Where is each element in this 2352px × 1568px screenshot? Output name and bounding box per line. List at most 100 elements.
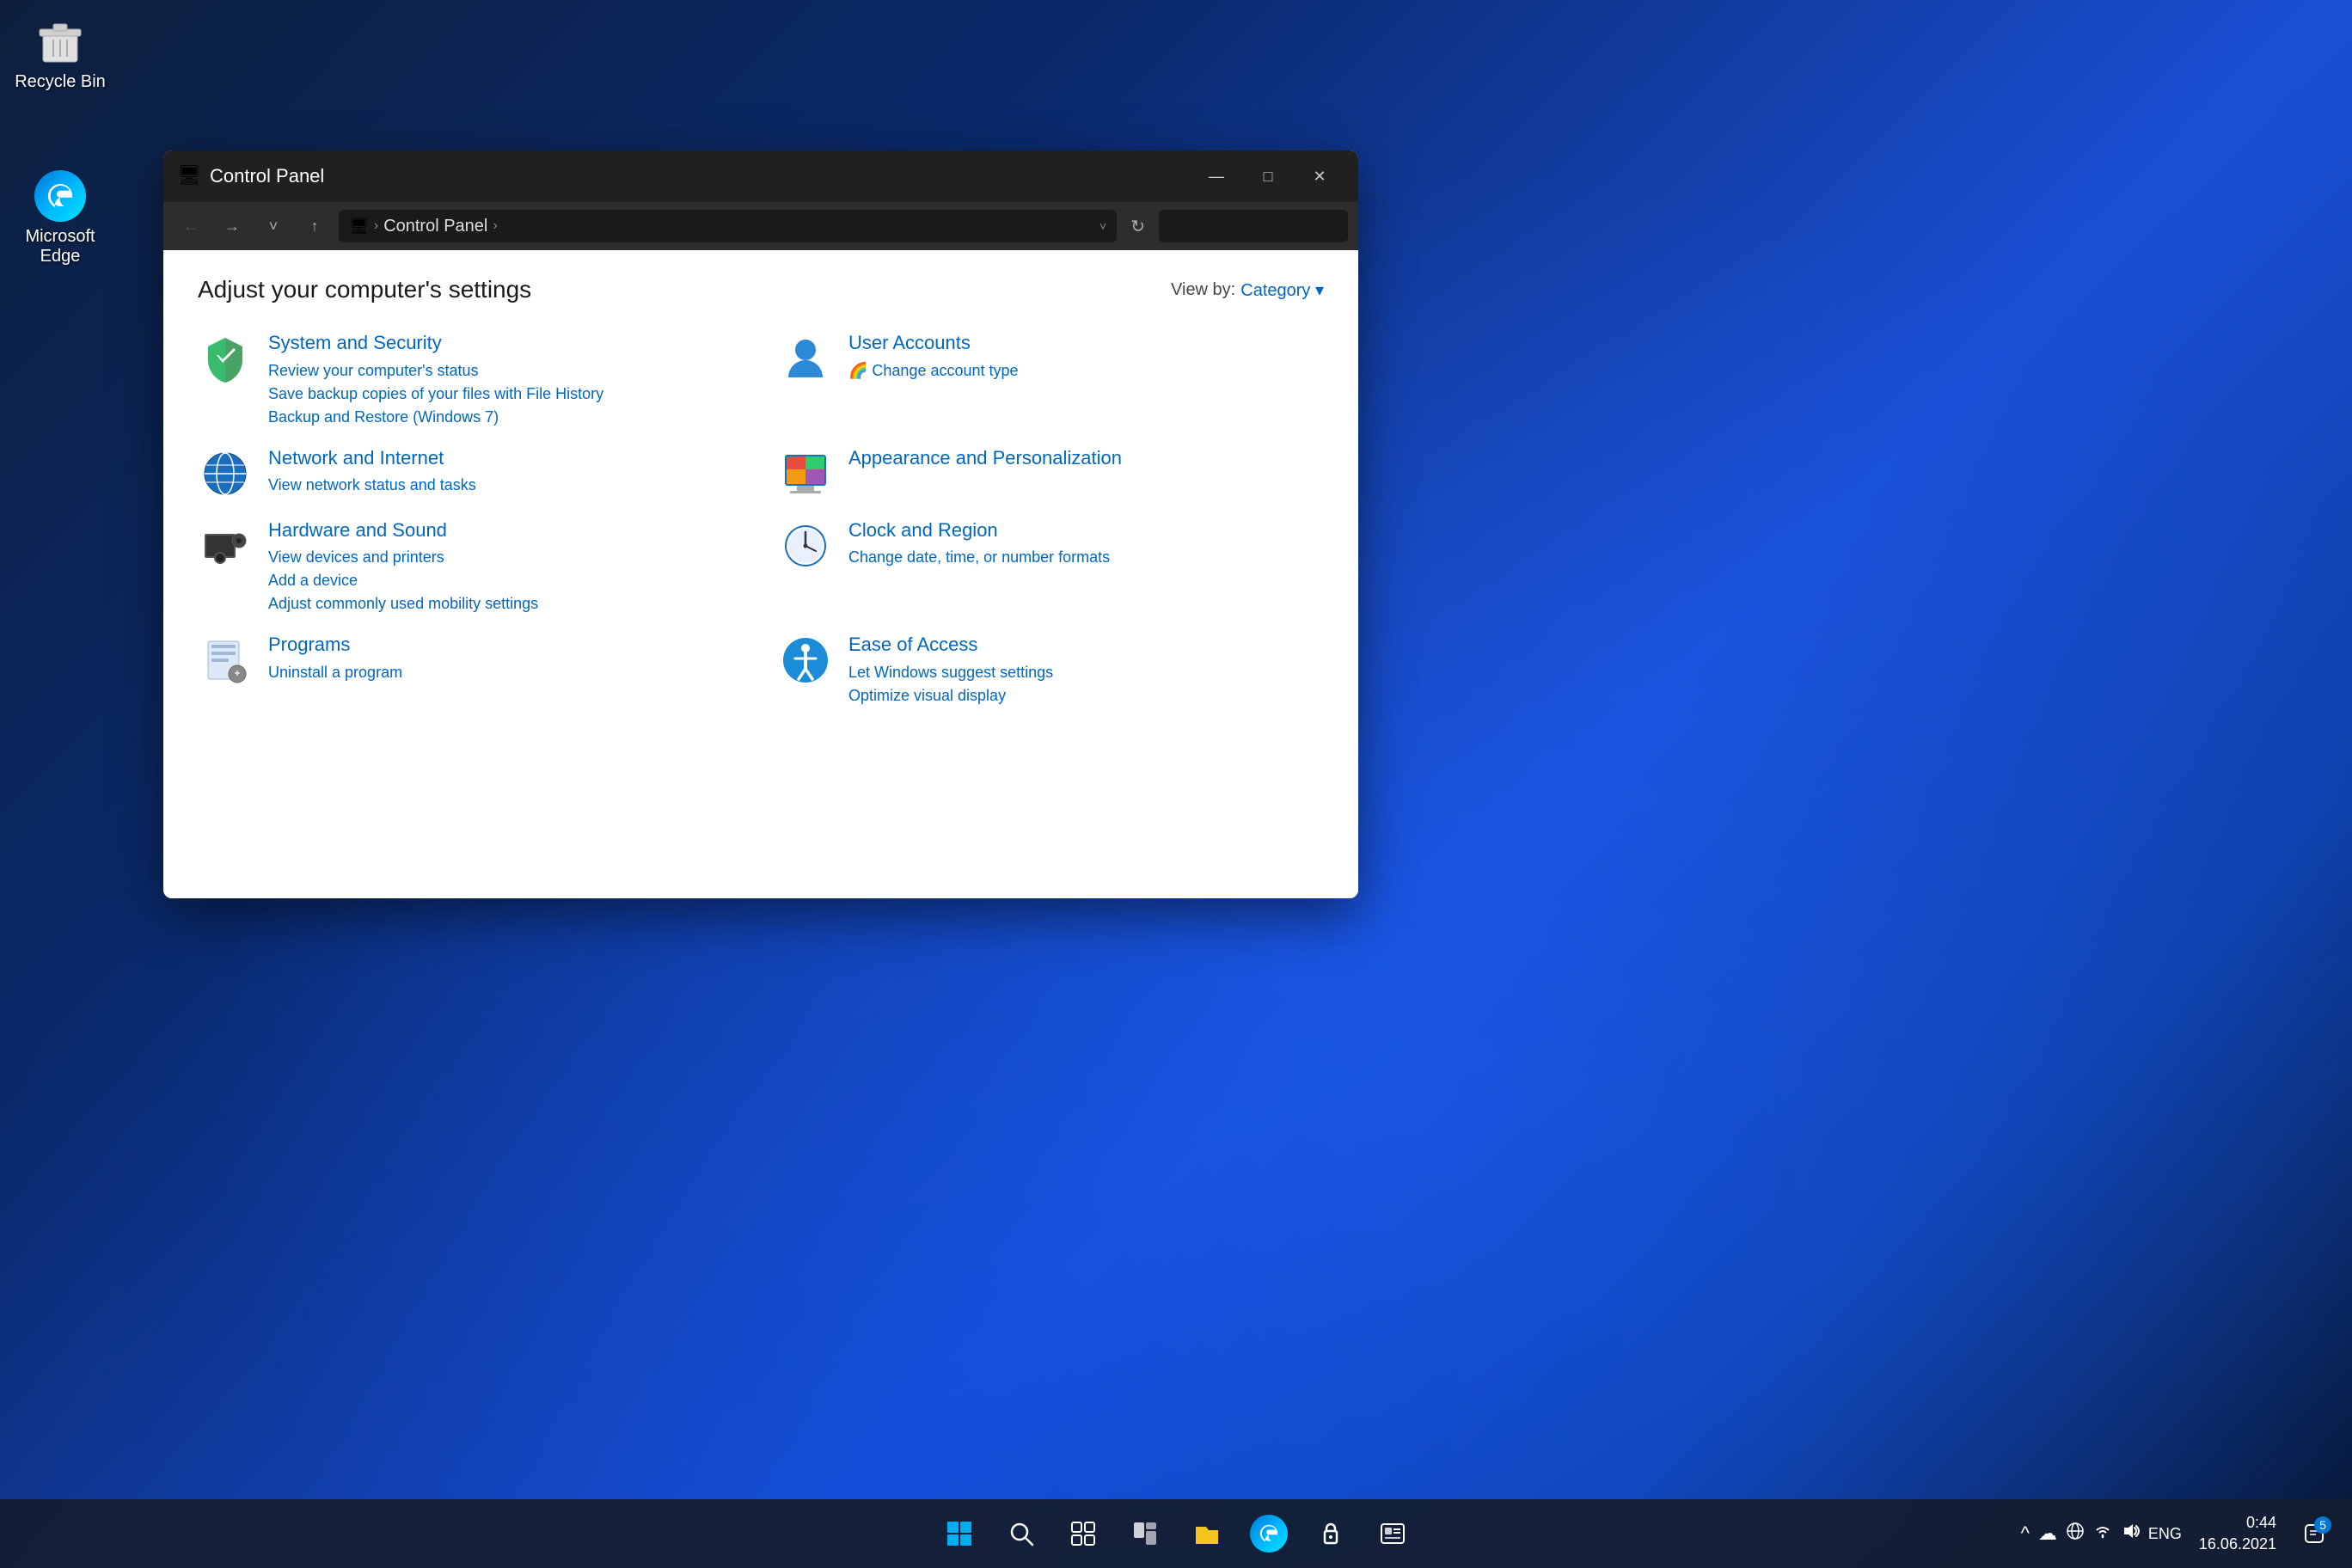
taskbar-center [932, 1510, 1420, 1557]
system-security-icon [198, 331, 253, 386]
news-button[interactable] [1365, 1510, 1420, 1557]
hardware-sound-content: Hardware and Sound View devices and prin… [268, 518, 538, 616]
search-input[interactable] [1169, 217, 1358, 236]
hardware-sound-link-1[interactable]: View devices and printers [268, 546, 538, 569]
user-accounts-link-1[interactable]: 🌈 Change account type [848, 359, 1019, 383]
address-path[interactable]: 🖥 › Control Panel › ˅ [339, 210, 1117, 242]
programs-content: Programs Uninstall a program [268, 633, 402, 684]
path-control-panel: Control Panel [383, 217, 487, 236]
appearance-content: Appearance and Personalization [848, 446, 1122, 475]
programs-link-1[interactable]: Uninstall a program [268, 661, 402, 684]
view-by-label: View by: [1171, 280, 1235, 300]
taskbar-edge-button[interactable] [1241, 1510, 1296, 1557]
user-accounts-icon [778, 331, 833, 386]
category-system-security[interactable]: System and Security Review your computer… [198, 331, 744, 429]
system-security-content: System and Security Review your computer… [268, 331, 603, 429]
category-user-accounts[interactable]: User Accounts 🌈 Change account type [778, 331, 1324, 429]
edge-icon [33, 168, 88, 224]
refresh-button[interactable]: ↻ [1124, 212, 1152, 241]
network-tray-icon[interactable] [2066, 1522, 2085, 1546]
clock-region-icon [778, 518, 833, 573]
network-internet-link-1[interactable]: View network status and tasks [268, 474, 476, 497]
notification-center[interactable]: 5 [2294, 1513, 2335, 1554]
file-explorer-button[interactable] [1179, 1510, 1234, 1557]
category-network-internet[interactable]: Network and Internet View network status… [198, 446, 744, 501]
clock-region-link-1[interactable]: Change date, time, or number formats [848, 546, 1110, 569]
category-appearance[interactable]: Appearance and Personalization [778, 446, 1324, 501]
task-view-button[interactable] [1056, 1510, 1111, 1557]
programs-title[interactable]: Programs [268, 633, 402, 658]
path-dropdown-arrow[interactable]: ˅ [1099, 219, 1106, 233]
user-accounts-content: User Accounts 🌈 Change account type [848, 331, 1019, 383]
taskbar: ^ ☁ [0, 1499, 2352, 1568]
network-internet-content: Network and Internet View network status… [268, 446, 476, 498]
notification-count: 5 [2314, 1516, 2331, 1534]
appearance-title[interactable]: Appearance and Personalization [848, 446, 1122, 471]
vpn-button[interactable] [1303, 1510, 1358, 1557]
page-title: Adjust your computer's settings [198, 276, 531, 303]
addressbar: ← → ˅ ↑ 🖥 › Control Panel › ˅ ↻ 🔍 [163, 202, 1358, 250]
category-programs[interactable]: Programs Uninstall a program [198, 633, 744, 707]
ease-of-access-title[interactable]: Ease of Access [848, 633, 1053, 658]
desktop-icon-recycle-bin[interactable]: Recycle Bin [9, 9, 112, 97]
hardware-sound-title[interactable]: Hardware and Sound [268, 518, 538, 543]
dropdown-button[interactable]: ˅ [256, 211, 291, 242]
maximize-button[interactable]: □ [1243, 159, 1293, 193]
desktop-icon-edge[interactable]: Microsoft Edge [9, 163, 112, 272]
ease-of-access-content: Ease of Access Let Windows suggest setti… [848, 633, 1053, 707]
system-tray: ^ ☁ [2021, 1522, 2182, 1546]
close-button[interactable]: ✕ [1295, 159, 1344, 193]
widgets-button[interactable] [1118, 1510, 1173, 1557]
clock-time: 0:44 [2246, 1512, 2276, 1534]
path-folder-icon: 🖥 [349, 217, 369, 236]
categories-grid: System and Security Review your computer… [198, 331, 1324, 707]
system-security-title[interactable]: System and Security [268, 331, 603, 356]
system-security-link-2[interactable]: Save backup copies of your files with Fi… [268, 383, 603, 406]
clock-display[interactable]: 0:44 16.06.2021 [2192, 1509, 2283, 1559]
system-security-link-3[interactable]: Backup and Restore (Windows 7) [268, 406, 603, 429]
window-title: Control Panel [210, 165, 1191, 187]
system-security-link-1[interactable]: Review your computer's status [268, 359, 603, 383]
chevron-icon[interactable]: ^ [2021, 1522, 2030, 1545]
start-button[interactable] [932, 1510, 987, 1557]
up-button[interactable]: ↑ [297, 211, 332, 242]
recycle-bin-icon [33, 14, 88, 69]
clock-date: 16.06.2021 [2199, 1534, 2276, 1555]
volume-icon[interactable] [2121, 1522, 2140, 1546]
content-header: Adjust your computer's settings View by:… [198, 276, 1324, 303]
hardware-sound-icon [198, 518, 253, 573]
content-area: Adjust your computer's settings View by:… [163, 250, 1358, 898]
back-button[interactable]: ← [174, 211, 208, 242]
forward-button[interactable]: → [215, 211, 249, 242]
language-label[interactable]: ENG [2148, 1525, 2182, 1543]
edge-desktop-label: Microsoft Edge [14, 227, 107, 266]
clock-region-content: Clock and Region Change date, time, or n… [848, 518, 1110, 570]
appearance-icon [778, 446, 833, 501]
hardware-sound-link-3[interactable]: Adjust commonly used mobility settings [268, 592, 538, 616]
path-separator-2: › [493, 218, 497, 234]
category-hardware-sound[interactable]: Hardware and Sound View devices and prin… [198, 518, 744, 616]
titlebar-icon: 🖥 [177, 164, 201, 188]
hardware-sound-link-2[interactable]: Add a device [268, 569, 538, 592]
programs-icon [198, 633, 253, 688]
desktop: Recycle Bin Microsoft Edge 🖥 Control Pan… [0, 0, 2352, 1568]
taskbar-right: ^ ☁ [2021, 1509, 2335, 1559]
taskbar-search-button[interactable] [994, 1510, 1049, 1557]
category-ease-of-access[interactable]: Ease of Access Let Windows suggest setti… [778, 633, 1324, 707]
search-box: 🔍 [1159, 210, 1348, 242]
network-internet-title[interactable]: Network and Internet [268, 446, 476, 471]
view-by-dropdown[interactable]: Category ▾ [1240, 279, 1324, 301]
minimize-button[interactable]: — [1191, 159, 1241, 193]
view-by: View by: Category ▾ [1171, 279, 1324, 301]
clock-region-title[interactable]: Clock and Region [848, 518, 1110, 543]
user-accounts-title[interactable]: User Accounts [848, 331, 1019, 356]
window-controls: — □ ✕ [1191, 159, 1344, 193]
category-clock-region[interactable]: Clock and Region Change date, time, or n… [778, 518, 1324, 616]
network-internet-icon [198, 446, 253, 501]
wifi-icon[interactable] [2093, 1522, 2112, 1546]
cloud-icon[interactable]: ☁ [2038, 1522, 2057, 1545]
path-separator-1: › [374, 218, 378, 234]
ease-of-access-link-1[interactable]: Let Windows suggest settings [848, 661, 1053, 684]
control-panel-window: 🖥 Control Panel — □ ✕ ← → ˅ ↑ 🖥 › Contro… [163, 150, 1358, 898]
ease-of-access-link-2[interactable]: Optimize visual display [848, 684, 1053, 707]
